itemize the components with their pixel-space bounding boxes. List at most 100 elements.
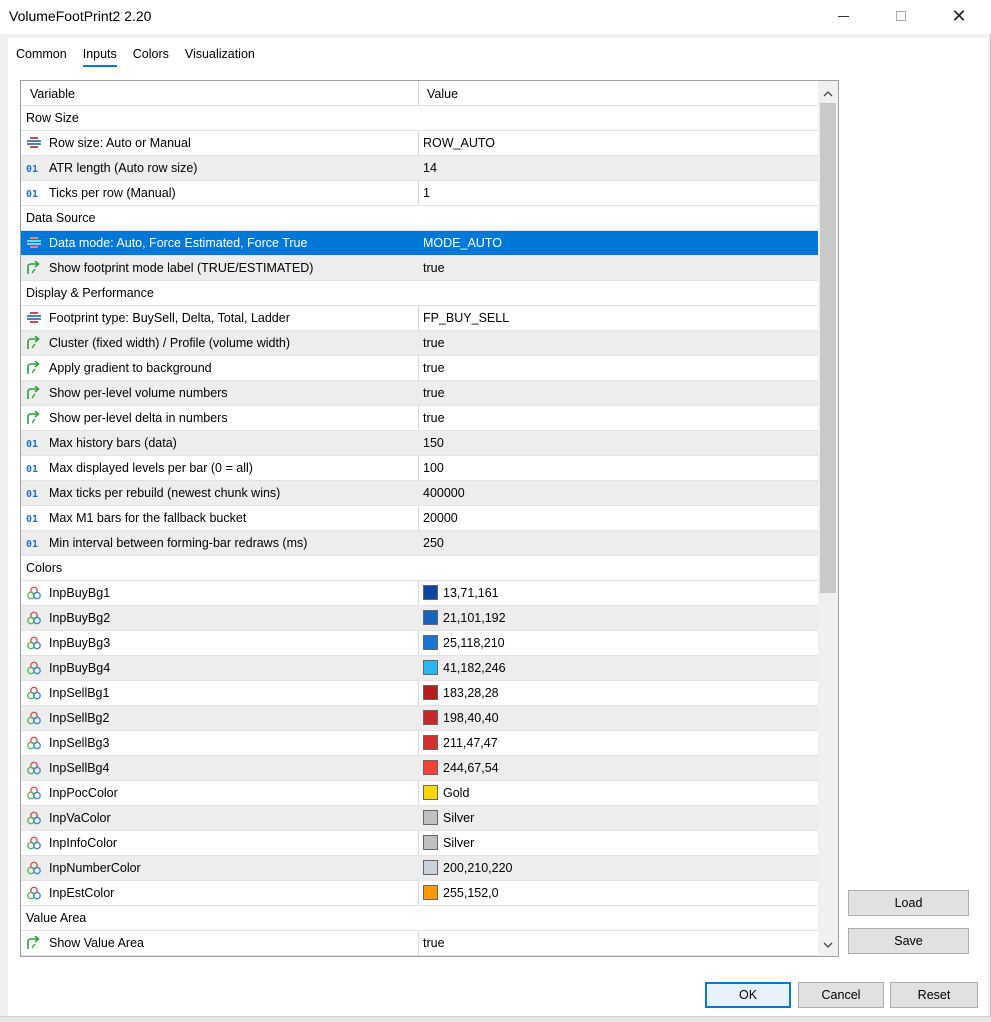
group-row[interactable]: Colors [21,556,818,581]
load-button[interactable]: Load [848,890,969,916]
group-row[interactable]: Display & Performance [21,281,818,306]
row-value[interactable]: 13,71,161 [443,586,499,600]
parameter-row[interactable]: InpBuyBg3 25,118,210 [21,631,818,656]
parameter-row[interactable]: InpBuyBg4 41,182,246 [21,656,818,681]
parameter-row[interactable]: InpNumberColor 200,210,220 [21,856,818,881]
parameter-row[interactable]: 01 Max history bars (data) 150 [21,431,818,456]
row-value[interactable]: 25,118,210 [443,636,505,650]
parameter-row[interactable]: InpInfoColor Silver [21,831,818,856]
row-value[interactable]: 21,101,192 [443,611,506,625]
color-swatch[interactable] [423,785,438,800]
minimize-button[interactable] [820,0,866,32]
color-swatch[interactable] [423,610,438,625]
parameter-row[interactable]: InpSellBg4 244,67,54 [21,756,818,781]
cancel-button[interactable]: Cancel [798,982,884,1008]
scroll-thumb[interactable] [820,103,836,593]
color-swatch[interactable] [423,735,438,750]
close-icon: ✕ [951,6,967,26]
chevron-up-icon [823,90,833,96]
color-swatch[interactable] [423,660,438,675]
parameter-row[interactable]: InpSellBg2 198,40,40 [21,706,818,731]
color-swatch[interactable] [423,635,438,650]
row-value[interactable]: 211,47,47 [443,736,498,750]
parameter-row[interactable]: Show Value Area true [21,931,818,956]
tab-colors[interactable]: Colors [125,44,177,66]
row-value[interactable]: 100 [423,461,444,475]
tab-inputs[interactable]: Inputs [75,44,125,67]
row-value[interactable]: 200,210,220 [443,861,513,875]
tab-visualization[interactable]: Visualization [177,44,263,66]
color-swatch[interactable] [423,885,438,900]
parameter-row[interactable]: 01 Max M1 bars for the fallback bucket 200… [21,506,818,531]
row-label: InpSellBg2 [49,711,110,725]
parameter-row[interactable]: InpPocColor Gold [21,781,818,806]
row-value[interactable]: 1 [423,186,430,200]
row-value[interactable]: Silver [443,811,474,825]
row-value[interactable]: 20000 [423,511,458,525]
row-value[interactable]: true [423,411,445,425]
parameter-row[interactable]: InpVaColor Silver [21,806,818,831]
vertical-scrollbar[interactable] [818,81,838,956]
maximize-button[interactable] [878,0,924,32]
parameter-row[interactable]: InpEstColor 255,152,0 [21,881,818,906]
color-swatch[interactable] [423,835,438,850]
parameter-row[interactable]: Show per-level volume numbers true [21,381,818,406]
row-value[interactable]: 183,28,28 [443,686,499,700]
header-value[interactable]: Value [427,87,458,101]
row-value[interactable]: 244,67,54 [443,761,499,775]
scroll-down-button[interactable] [818,935,838,955]
color-swatch[interactable] [423,810,438,825]
close-button[interactable]: ✕ [936,0,982,32]
row-label: Max history bars (data) [49,436,177,450]
group-row[interactable]: Row Size [21,106,818,131]
parameter-row[interactable]: 01 Min interval between forming-bar redra… [21,531,818,556]
color-swatch[interactable] [423,710,438,725]
parameter-row[interactable]: 01 ATR length (Auto row size) 14 [21,156,818,181]
parameter-row[interactable]: InpSellBg3 211,47,47 [21,731,818,756]
row-value[interactable]: 41,182,246 [443,661,506,675]
parameter-row[interactable]: Row size: Auto or Manual ROW_AUTO [21,131,818,156]
reset-button[interactable]: Reset [890,982,978,1008]
row-value[interactable]: 250 [423,536,444,550]
parameter-row[interactable]: Cluster (fixed width) / Profile (volume … [21,331,818,356]
row-value[interactable]: true [423,361,445,375]
parameter-row[interactable]: 01 Max displayed levels per bar (0 = all)… [21,456,818,481]
header-variable[interactable]: Variable [30,87,75,101]
parameter-row[interactable]: Data mode: Auto, Force Estimated, Force … [21,231,818,256]
group-row[interactable]: Data Source [21,206,818,231]
group-row[interactable]: Value Area [21,906,818,931]
save-button[interactable]: Save [848,928,969,954]
color-swatch[interactable] [423,585,438,600]
row-value[interactable]: FP_BUY_SELL [423,311,509,325]
row-value[interactable]: true [423,336,445,350]
ok-button[interactable]: OK [705,982,791,1008]
row-value[interactable]: Gold [443,786,469,800]
row-value[interactable]: 14 [423,161,437,175]
row-value[interactable]: true [423,261,445,275]
row-label: InpBuyBg1 [49,586,111,600]
row-value[interactable]: true [423,936,445,950]
parameter-row[interactable]: Show footprint mode label (TRUE/ESTIMATE… [21,256,818,281]
tab-common[interactable]: Common [8,44,75,66]
color-swatch[interactable] [423,760,438,775]
row-value[interactable]: 150 [423,436,444,450]
parameter-row[interactable]: 01 Max ticks per rebuild (newest chunk wi… [21,481,818,506]
row-value[interactable]: 198,40,40 [443,711,499,725]
row-value[interactable]: 255,152,0 [443,886,499,900]
parameter-row[interactable]: InpBuyBg2 21,101,192 [21,606,818,631]
window-title: VolumeFootPrint2 2.20 [9,8,152,24]
color-swatch[interactable] [423,860,438,875]
row-value[interactable]: MODE_AUTO [423,236,502,250]
row-value[interactable]: 400000 [423,486,465,500]
parameter-row[interactable]: Apply gradient to background true [21,356,818,381]
parameter-row[interactable]: Show per-level delta in numbers true [21,406,818,431]
row-value[interactable]: true [423,386,445,400]
parameter-row[interactable]: 01 Ticks per row (Manual) 1 [21,181,818,206]
parameter-row[interactable]: InpSellBg1 183,28,28 [21,681,818,706]
parameter-row[interactable]: Footprint type: BuySell, Delta, Total, L… [21,306,818,331]
row-value[interactable]: Silver [443,836,474,850]
scroll-up-button[interactable] [818,83,838,103]
color-swatch[interactable] [423,685,438,700]
row-value[interactable]: ROW_AUTO [423,136,495,150]
parameter-row[interactable]: InpBuyBg1 13,71,161 [21,581,818,606]
